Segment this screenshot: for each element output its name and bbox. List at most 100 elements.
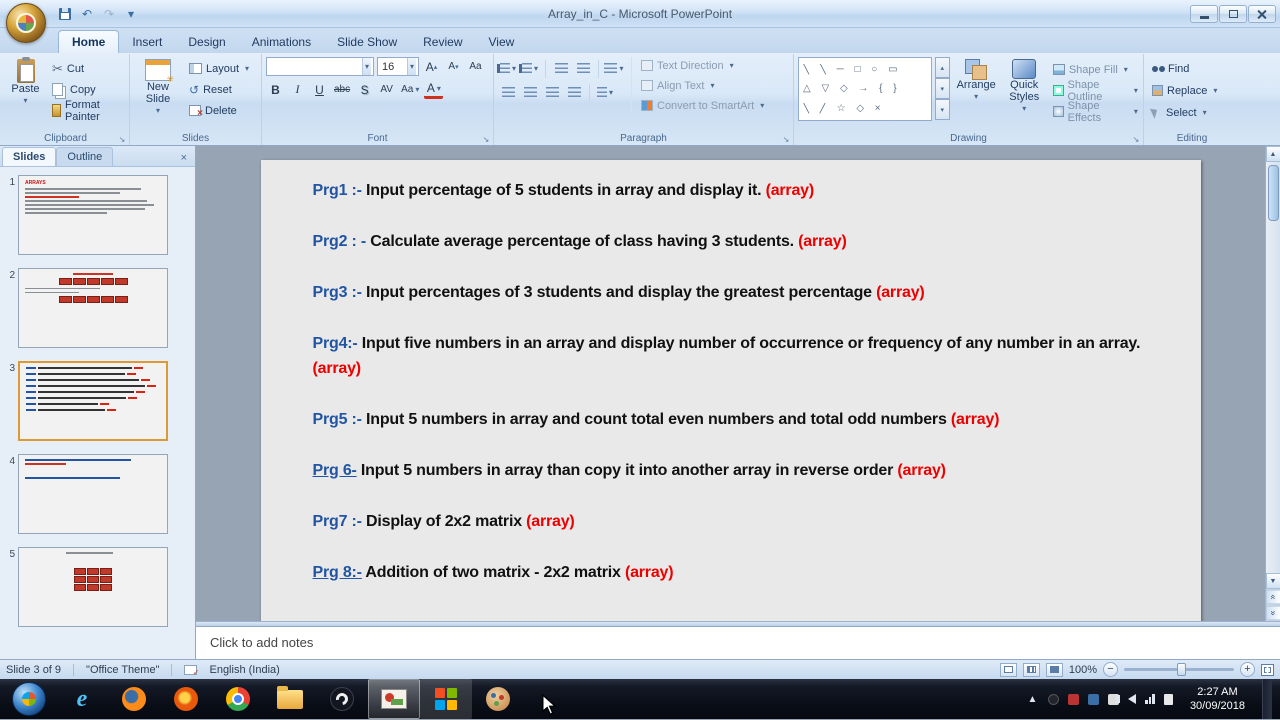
slide-text-line-5[interactable]: Prg5 :- Input 5 numbers in array and cou… — [313, 407, 1156, 432]
taskbar-firefox-icon[interactable] — [160, 679, 212, 719]
show-desktop-button[interactable] — [1262, 679, 1272, 719]
slide-sorter-view-button[interactable] — [1023, 663, 1040, 677]
paragraph-dialog-launcher-icon[interactable]: ↘ — [781, 134, 791, 144]
shapes-row[interactable]: △ ▽ ◇ → { } — [803, 83, 927, 94]
shapes-more-icon[interactable]: ▾ — [935, 99, 950, 120]
vertical-scrollbar[interactable]: ▲ ▼ « » — [1265, 146, 1280, 621]
align-left-button[interactable] — [498, 83, 518, 102]
convert-to-smartart-button[interactable]: Convert to SmartArt — [638, 97, 767, 114]
start-button[interactable] — [12, 682, 46, 716]
save-icon[interactable] — [56, 5, 74, 23]
slide-text-line-2[interactable]: Prg2 : - Calculate average percentage of… — [313, 229, 1156, 254]
maximize-button[interactable] — [1219, 5, 1247, 23]
panel-tab-outline[interactable]: Outline — [56, 147, 113, 166]
previous-slide-button[interactable]: « — [1265, 590, 1280, 605]
arrange-button[interactable]: Arrange — [953, 57, 1000, 105]
font-size-dropdown-icon[interactable]: ▾ — [407, 58, 416, 75]
character-spacing-button[interactable]: AV — [377, 80, 396, 99]
panel-close-icon[interactable]: × — [175, 150, 193, 166]
tab-insert[interactable]: Insert — [119, 31, 175, 53]
change-case-button[interactable]: Aa — [399, 80, 421, 99]
taskbar-powerpoint-icon[interactable] — [368, 679, 420, 719]
tab-slide-show[interactable]: Slide Show — [324, 31, 410, 53]
slide-thumbnail-2[interactable]: 2 — [2, 268, 191, 348]
grow-font-button[interactable]: A▴ — [422, 57, 441, 76]
clear-formatting-button[interactable]: Aa — [466, 57, 485, 76]
scrollbar-thumb[interactable] — [1268, 165, 1279, 221]
layout-button[interactable]: Layout — [185, 59, 253, 78]
slide-thumbnail-1[interactable]: 1 ARRAYS — [2, 175, 191, 255]
hidden-icons-button[interactable]: ▲ — [1025, 694, 1039, 705]
slide-text-line-6[interactable]: Prg 6- Input 5 numbers in array than cop… — [313, 458, 1156, 483]
shapes-gallery[interactable]: ╲ ╲ ─ □ ○ ▭ △ ▽ ◇ → { } ╲ ╱ ☆ ◇ × — [798, 57, 932, 121]
align-center-button[interactable] — [520, 83, 540, 102]
tab-view[interactable]: View — [476, 31, 528, 53]
bold-button[interactable]: B — [266, 80, 285, 99]
tab-review[interactable]: Review — [410, 31, 475, 53]
slide-text-line-8[interactable]: Prg 8:- Addition of two matrix - 2x2 mat… — [313, 560, 1156, 585]
network-icon[interactable] — [1145, 694, 1155, 704]
line-spacing-button[interactable] — [604, 59, 624, 78]
font-name-combo[interactable]: ▾ — [266, 57, 374, 76]
slide[interactable]: Prg1 :- Input percentage of 5 students i… — [261, 160, 1201, 621]
taskbar-ie-icon[interactable]: e — [56, 679, 108, 719]
tray-app-icon-1[interactable] — [1068, 694, 1079, 705]
tab-animations[interactable]: Animations — [239, 31, 324, 53]
clipboard-dialog-launcher-icon[interactable]: ↘ — [117, 134, 127, 144]
next-slide-button[interactable]: » — [1265, 606, 1280, 621]
redo-icon[interactable]: ↷ — [100, 5, 118, 23]
thumbnail-preview[interactable] — [18, 547, 168, 627]
volume-icon[interactable] — [1128, 694, 1136, 704]
action-center-icon[interactable] — [1164, 694, 1173, 705]
tab-home[interactable]: Home — [58, 30, 119, 53]
taskbar-windows-app-icon[interactable] — [420, 679, 472, 719]
zoom-slider-thumb[interactable] — [1177, 663, 1186, 676]
close-button[interactable] — [1248, 5, 1276, 23]
scroll-up-icon[interactable]: ▲ — [1266, 146, 1280, 162]
slide-thumbnail-4[interactable]: 4 — [2, 454, 191, 534]
shape-outline-button[interactable]: Shape Outline — [1049, 81, 1142, 100]
paste-button[interactable]: Paste — [6, 57, 45, 109]
minimize-button[interactable] — [1190, 5, 1218, 23]
slide-canvas[interactable]: Prg1 :- Input percentage of 5 students i… — [196, 146, 1265, 621]
copy-button[interactable]: Copy — [48, 80, 125, 99]
office-button[interactable] — [6, 3, 46, 43]
decrease-indent-button[interactable] — [551, 59, 571, 78]
thumbnail-preview[interactable] — [18, 361, 168, 441]
thumbnail-preview[interactable] — [18, 454, 168, 534]
shapes-row[interactable]: ╲ ╲ ─ □ ○ ▭ — [803, 64, 927, 75]
increase-indent-button[interactable] — [573, 59, 593, 78]
delete-button[interactable]: Delete — [185, 101, 253, 120]
reset-button[interactable]: ↺Reset — [185, 80, 253, 99]
spellcheck-icon[interactable] — [184, 665, 197, 675]
slide-text-line-1[interactable]: Prg1 :- Input percentage of 5 students i… — [313, 178, 1156, 203]
shape-effects-button[interactable]: Shape Effects — [1049, 102, 1142, 121]
panel-tab-slides[interactable]: Slides — [2, 147, 56, 166]
new-slide-button[interactable]: New Slide — [134, 57, 182, 119]
select-button[interactable]: Select — [1148, 103, 1221, 122]
thumbnail-preview[interactable]: ARRAYS — [18, 175, 168, 255]
taskbar-browser-icon[interactable] — [108, 679, 160, 719]
zoom-in-button[interactable]: + — [1240, 662, 1255, 677]
notes-pane[interactable]: Click to add notes — [196, 626, 1280, 659]
thumbnail-preview[interactable] — [18, 268, 168, 348]
cut-button[interactable]: ✂Cut — [48, 59, 125, 78]
language-indicator[interactable]: English (India) — [209, 664, 279, 676]
zoom-out-button[interactable]: − — [1103, 662, 1118, 677]
shapes-row[interactable]: ╲ ╱ ☆ ◇ × — [803, 103, 927, 114]
slide-thumbnail-3-selected[interactable]: 3 — [2, 361, 191, 441]
tray-obs-icon[interactable] — [1048, 694, 1059, 705]
taskbar-chrome-icon[interactable] — [212, 679, 264, 719]
qat-customize-icon[interactable]: ▾ — [122, 5, 140, 23]
text-direction-button[interactable]: Text Direction — [638, 57, 767, 74]
find-button[interactable]: Find — [1148, 59, 1221, 78]
font-color-button[interactable]: A — [424, 80, 443, 99]
taskbar-paint-icon[interactable] — [472, 679, 524, 719]
bullets-button[interactable] — [498, 59, 518, 78]
format-painter-button[interactable]: Format Painter — [48, 101, 125, 120]
shrink-font-button[interactable]: A▾ — [444, 57, 463, 76]
drawing-dialog-launcher-icon[interactable]: ↘ — [1131, 134, 1141, 144]
zoom-level[interactable]: 100% — [1069, 664, 1097, 676]
taskbar-obs-icon[interactable] — [316, 679, 368, 719]
taskbar-file-explorer-icon[interactable] — [264, 679, 316, 719]
